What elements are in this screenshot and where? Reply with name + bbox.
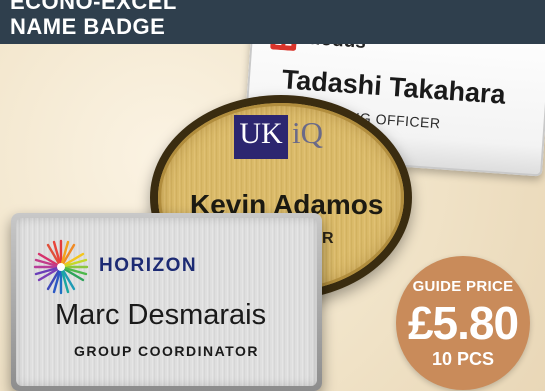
price-quantity: 10 PCS	[431, 349, 495, 369]
ukiq-logo-uk: UK	[239, 117, 283, 150]
badge-horizon-title: GROUP COORDINATOR	[74, 343, 259, 359]
badge-horizon-name: Marc Desmarais	[55, 299, 267, 331]
header-title-line2: NAME BADGE	[10, 14, 166, 39]
price-roundel: GUIDE PRICE £5.80 10 PCS	[396, 256, 530, 390]
header-banner: ECONO-EXCEL NAME BADGE	[0, 0, 545, 44]
badge-ukiq-title-fragment: R	[322, 230, 334, 247]
price-value: £5.80	[407, 297, 519, 349]
header-title-line1: ECONO-EXCEL	[10, 0, 177, 14]
horizon-starburst-icon	[33, 239, 89, 295]
price-label: GUIDE PRICE	[412, 278, 514, 295]
ukiq-logo-iq: iQ	[292, 115, 323, 150]
badge-horizon: HORIZON Marc Desmarais GROUP COORDINATOR	[11, 213, 322, 391]
horizon-logo-text: HORIZON	[99, 255, 198, 276]
